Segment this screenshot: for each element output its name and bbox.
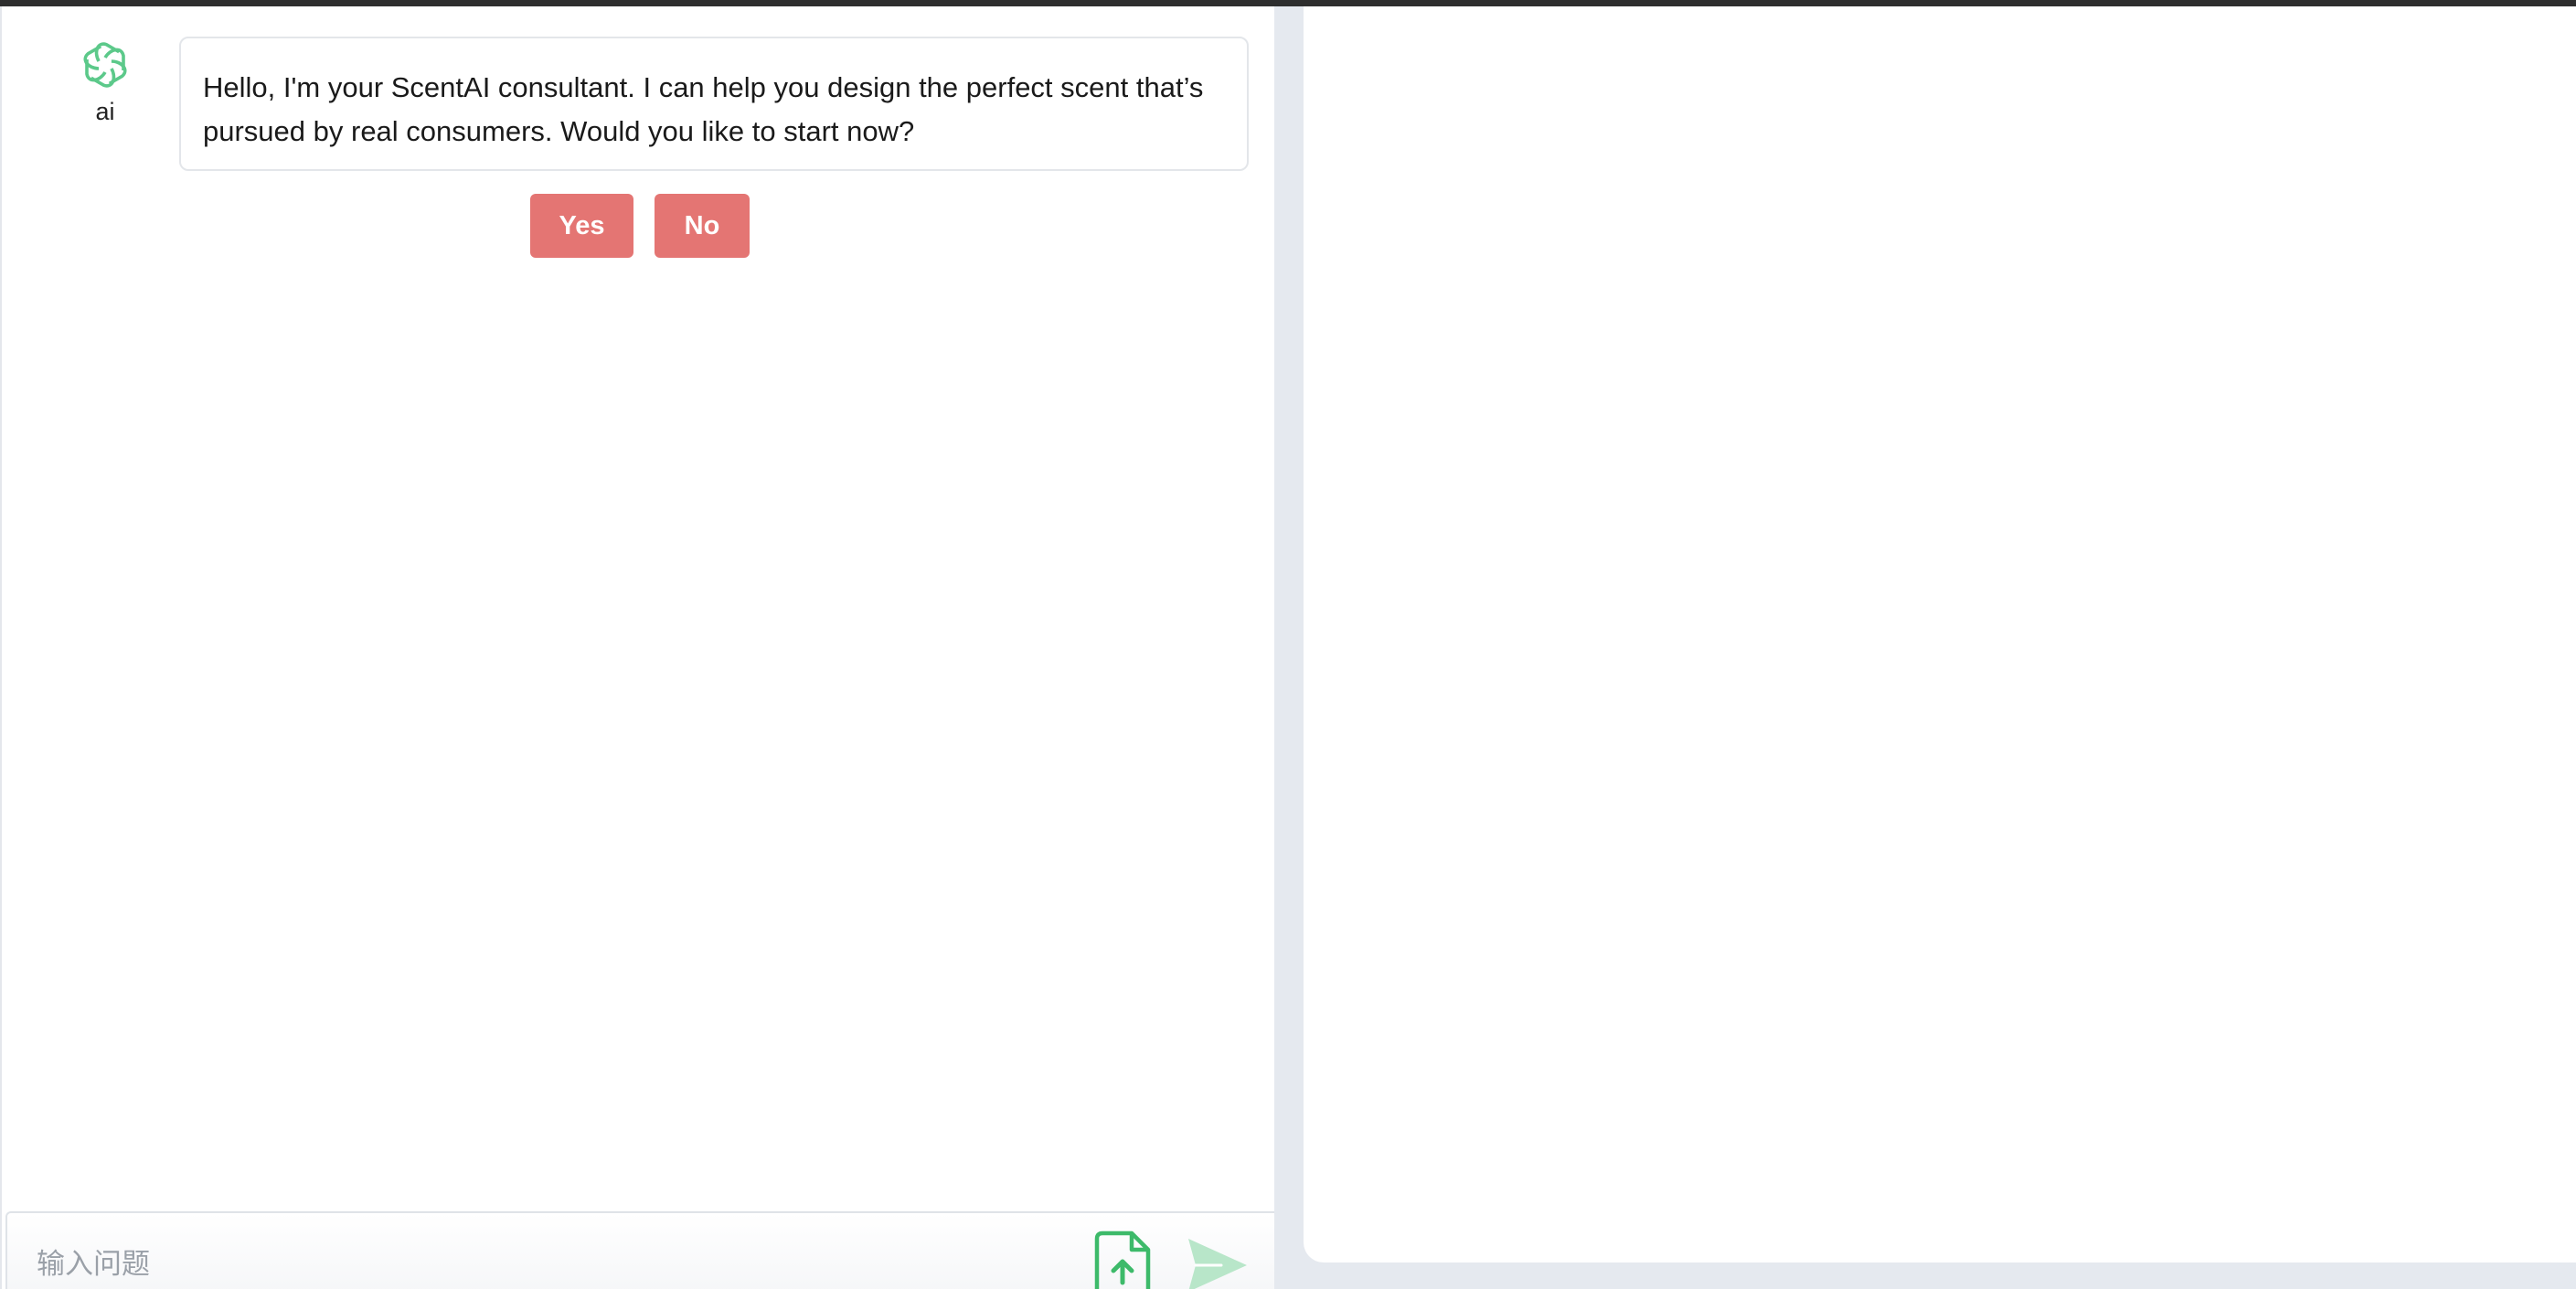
chat-panel: ai Hello, I'm your ScentAI consultant. I… xyxy=(0,6,1274,1289)
question-input[interactable] xyxy=(35,1241,1044,1288)
preview-panel xyxy=(1304,6,2576,1262)
avatar-label: ai xyxy=(95,98,115,125)
yes-button[interactable]: Yes xyxy=(530,194,633,258)
window-top-bar xyxy=(0,0,2576,6)
no-button[interactable]: No xyxy=(655,194,750,258)
send-icon[interactable] xyxy=(1187,1237,1249,1289)
ai-message-bubble: Hello, I'm your ScentAI consultant. I ca… xyxy=(179,37,1249,171)
chat-input-bar xyxy=(5,1211,1274,1289)
panel-divider[interactable] xyxy=(1274,6,1304,1289)
ai-avatar: ai xyxy=(73,36,137,138)
file-upload-icon[interactable] xyxy=(1091,1230,1152,1289)
openai-logo-icon xyxy=(83,42,127,88)
